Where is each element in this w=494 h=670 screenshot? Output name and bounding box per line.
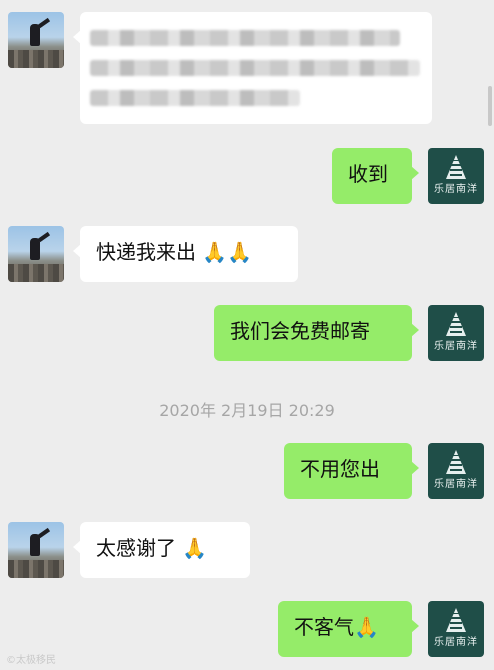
avatar-person xyxy=(30,24,40,46)
contact-avatar[interactable] xyxy=(8,12,64,68)
brand-avatar[interactable]: 乐居南洋 xyxy=(428,443,484,499)
message-row-received: 快递我来出 🙏🙏 xyxy=(0,226,494,284)
blurred-text-line xyxy=(90,60,420,76)
avatar-arm xyxy=(37,17,51,29)
brand-label: 乐居南洋 xyxy=(434,184,478,195)
watermark: ©太极移民 xyxy=(6,655,56,666)
scrollbar[interactable] xyxy=(488,86,492,126)
message-bubble-received[interactable]: 快递我来出 🙏🙏 xyxy=(73,226,298,282)
brand-avatar[interactable]: 乐居南洋 xyxy=(428,601,484,657)
chat-screen: { "messages": [ {"side":"left","text":""… xyxy=(0,0,494,670)
avatar-rocks xyxy=(8,560,64,578)
message-row-sent: 收到 乐居南洋 xyxy=(0,148,494,206)
message-row-sent: 不客气🙏 乐居南洋 xyxy=(0,601,494,659)
brand-label: 乐居南洋 xyxy=(434,637,478,648)
tree-logo-icon xyxy=(446,155,466,179)
tree-logo-icon xyxy=(446,450,466,474)
message-bubble-sent[interactable]: 收到 xyxy=(332,148,419,204)
tree-logo-icon xyxy=(446,608,466,632)
blurred-text-line xyxy=(90,90,300,106)
message-timestamp: 2020年 2月19日 20:29 xyxy=(159,401,335,420)
avatar-rocks xyxy=(8,264,64,282)
message-row-received: 太感谢了 🙏 xyxy=(0,522,494,580)
contact-avatar[interactable] xyxy=(8,522,64,578)
avatar-rocks xyxy=(8,50,64,68)
brand-avatar[interactable]: 乐居南洋 xyxy=(428,305,484,361)
message-bubble-blurred[interactable] xyxy=(73,12,432,124)
tree-logo-icon xyxy=(446,312,466,336)
blurred-text-line xyxy=(90,30,400,46)
message-row-received-blurred xyxy=(0,12,494,126)
message-bubble-sent[interactable]: 我们会免费邮寄 xyxy=(214,305,419,361)
brand-label: 乐居南洋 xyxy=(434,341,478,352)
avatar-person xyxy=(30,534,40,556)
avatar-person xyxy=(30,238,40,260)
contact-avatar[interactable] xyxy=(8,226,64,282)
message-bubble-received[interactable]: 太感谢了 🙏 xyxy=(73,522,250,578)
brand-label: 乐居南洋 xyxy=(434,479,478,490)
avatar-arm xyxy=(37,231,51,243)
brand-avatar[interactable]: 乐居南洋 xyxy=(428,148,484,204)
message-bubble-sent[interactable]: 不客气🙏 xyxy=(278,601,419,657)
avatar-arm xyxy=(37,527,51,539)
message-row-sent: 我们会免费邮寄 乐居南洋 xyxy=(0,305,494,363)
message-bubble-sent[interactable]: 不用您出 xyxy=(284,443,419,499)
message-row-sent: 不用您出 乐居南洋 xyxy=(0,443,494,501)
